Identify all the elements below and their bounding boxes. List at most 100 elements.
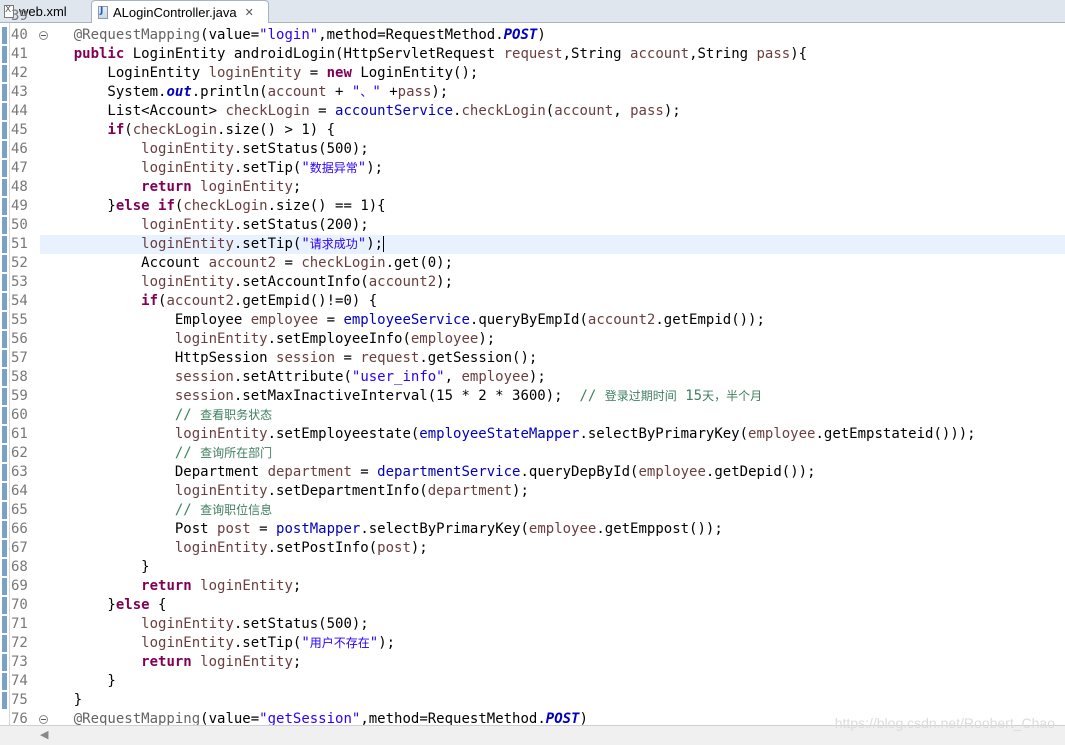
line-number: 49	[11, 198, 28, 214]
change-marker	[2, 65, 7, 82]
change-marker	[2, 27, 7, 44]
code-line[interactable]: Account account2 = checkLogin.get(0);	[40, 254, 1065, 273]
code-line[interactable]: session.setMaxInactiveInterval(15 * 2 * …	[40, 387, 1065, 406]
code-line[interactable]: if(checkLogin.size() > 1) {	[40, 121, 1065, 140]
code-line[interactable]: loginEntity.setPostInfo(post);	[40, 539, 1065, 558]
code-line[interactable]: // 查询所在部门	[40, 444, 1065, 463]
code-line[interactable]: return loginEntity;	[40, 653, 1065, 672]
line-number: 62	[11, 445, 28, 461]
change-marker	[2, 198, 7, 215]
change-marker	[2, 369, 7, 386]
line-number: 43	[11, 84, 28, 100]
change-marker	[2, 502, 7, 519]
change-marker	[2, 673, 7, 690]
code-line[interactable]: Employee employee = employeeService.quer…	[40, 311, 1065, 330]
line-number: 51	[11, 236, 28, 252]
line-number: 39	[11, 8, 28, 24]
line-number: 45	[11, 122, 28, 138]
code-line[interactable]: }	[40, 691, 1065, 710]
line-number: 48	[11, 179, 28, 195]
line-number: 68	[11, 559, 28, 575]
code-line[interactable]: Post post = postMapper.selectByPrimaryKe…	[40, 520, 1065, 539]
change-marker	[2, 559, 7, 576]
line-number: 74	[11, 673, 28, 689]
code-line[interactable]: // 查看职务状态	[40, 406, 1065, 425]
close-icon[interactable]: ✕	[245, 6, 254, 19]
watermark: https://blog.csdn.net/Roobert_Chao	[834, 715, 1055, 731]
change-marker	[2, 654, 7, 671]
code-line[interactable]: loginEntity.setStatus(200);	[40, 216, 1065, 235]
line-number: 70	[11, 597, 28, 613]
code-line[interactable]: }else {	[40, 596, 1065, 615]
line-number: 53	[11, 274, 28, 290]
change-marker	[2, 445, 7, 462]
line-number: 56	[11, 331, 28, 347]
change-marker	[2, 616, 7, 633]
tab-label: ALoginController.java	[113, 4, 237, 20]
line-number: 59	[11, 388, 28, 404]
code-line[interactable]: System.out.println(account + "、" +pass);	[40, 83, 1065, 102]
scroll-left-icon[interactable]: ◀	[40, 728, 48, 741]
line-number-gutter: 39 40 41 42 43 44 45 46 47 48 49 50 51 52 53 54 55 56 57 58…	[10, 8, 48, 727]
line-number: 63	[11, 464, 28, 480]
code-line[interactable]: HttpSession session = request.getSession…	[40, 349, 1065, 368]
code-line[interactable]: }	[40, 672, 1065, 691]
code-line[interactable]: // 查询职位信息	[40, 501, 1065, 520]
code-editor[interactable]: @RequestMapping(value="login",method=Req…	[40, 23, 1065, 725]
code-line[interactable]: }else if(checkLogin.size() == 1){	[40, 197, 1065, 216]
java-file-icon	[98, 5, 108, 19]
change-marker	[2, 179, 7, 196]
line-number: 61	[11, 426, 28, 442]
line-number: 69	[11, 578, 28, 594]
line-number: 73	[11, 654, 28, 670]
change-marker	[2, 122, 7, 139]
change-marker	[2, 331, 7, 348]
line-number: 52	[11, 255, 28, 271]
code-line[interactable]: if(account2.getEmpid()!=0) {	[40, 292, 1065, 311]
text-caret	[383, 236, 385, 252]
change-marker	[2, 46, 7, 63]
code-line[interactable]: loginEntity.setStatus(500);	[40, 140, 1065, 159]
code-line[interactable]: Department department = departmentServic…	[40, 463, 1065, 482]
change-marker	[2, 521, 7, 538]
line-number: 58	[11, 369, 28, 385]
code-line[interactable]: return loginEntity;	[40, 178, 1065, 197]
change-marker	[2, 350, 7, 367]
tab-alogincontroller-java[interactable]: ALoginController.java ✕	[91, 0, 269, 23]
change-marker	[2, 540, 7, 557]
change-marker	[2, 388, 7, 405]
code-line[interactable]: loginEntity.setStatus(500);	[40, 615, 1065, 634]
change-marker	[2, 236, 7, 253]
code-line[interactable]: loginEntity.setAccountInfo(account2);	[40, 273, 1065, 292]
code-line[interactable]: LoginEntity loginEntity = new LoginEntit…	[40, 64, 1065, 83]
code-line[interactable]: loginEntity.setEmployeeInfo(employee);	[40, 330, 1065, 349]
code-line[interactable]: public LoginEntity androidLogin(HttpServ…	[40, 45, 1065, 64]
line-number: 44	[11, 103, 28, 119]
line-number: 57	[11, 350, 28, 366]
code-line[interactable]: loginEntity.setTip("用户不存在");	[40, 634, 1065, 653]
code-line[interactable]: loginEntity.setDepartmentInfo(department…	[40, 482, 1065, 501]
line-number: 65	[11, 502, 28, 518]
code-line[interactable]: loginEntity.setTip("数据异常");	[40, 159, 1065, 178]
change-marker	[2, 692, 7, 709]
change-marker	[2, 635, 7, 652]
change-marker	[2, 464, 7, 481]
change-marker	[2, 255, 7, 272]
code-line[interactable]: loginEntity.setEmployeestate(employeeSta…	[40, 425, 1065, 444]
line-number: 50	[11, 217, 28, 233]
code-line[interactable]: return loginEntity;	[40, 577, 1065, 596]
quick-diff-ruler	[0, 23, 10, 725]
change-marker	[2, 407, 7, 424]
line-number: 64	[11, 483, 28, 499]
code-line[interactable]: @RequestMapping(value="login",method=Req…	[40, 26, 1065, 45]
code-line[interactable]: List<Account> checkLogin = accountServic…	[40, 102, 1065, 121]
line-number: 67	[11, 540, 28, 556]
code-line[interactable]: loginEntity.setTip("请求成功");	[40, 235, 1065, 254]
change-marker	[2, 160, 7, 177]
code-line[interactable]: session.setAttribute("user_info", employ…	[40, 368, 1065, 387]
change-marker	[2, 597, 7, 614]
change-marker	[2, 312, 7, 329]
change-marker	[2, 578, 7, 595]
editor-tab-bar: web.xml ALoginController.java ✕	[0, 0, 1065, 23]
code-line[interactable]: }	[40, 558, 1065, 577]
